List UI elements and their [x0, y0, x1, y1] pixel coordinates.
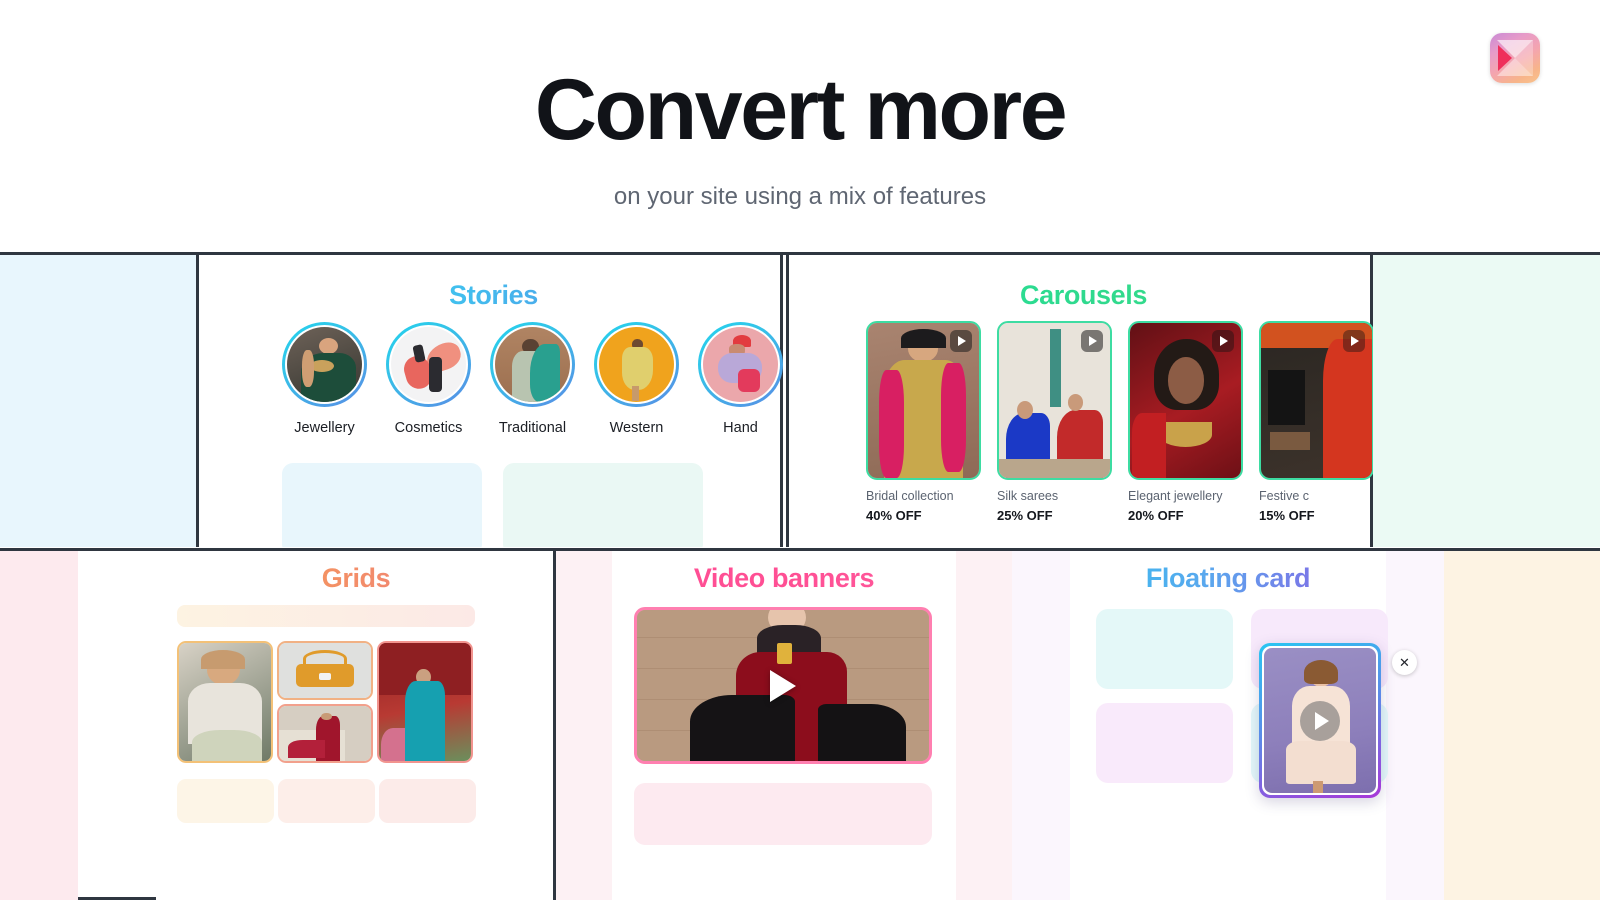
stories-placeholder-row — [282, 463, 703, 547]
floating-card-thumbnail — [1264, 648, 1376, 793]
story-item[interactable]: Jewellery — [282, 322, 367, 436]
story-ring — [490, 322, 575, 407]
placeholder-block — [503, 463, 703, 547]
floating-band-right — [1386, 551, 1444, 900]
placeholder-block — [634, 783, 932, 845]
play-icon[interactable] — [950, 330, 972, 352]
panel-stories[interactable]: Stories Jewellery Cosmetics Traditional … — [196, 255, 783, 547]
grids-placeholder-row — [177, 779, 476, 823]
story-thumbnail — [599, 327, 674, 402]
carousel-item[interactable]: Festive c 15% OFF — [1259, 321, 1373, 523]
carousel-caption: Bridal collection — [866, 489, 954, 503]
story-label: Jewellery — [294, 420, 355, 436]
placeholder-block — [1096, 609, 1233, 689]
video-band-right — [956, 551, 1012, 900]
grid-cell[interactable] — [277, 641, 373, 700]
carousel-thumbnail — [1259, 321, 1373, 480]
grid-mosaic[interactable] — [177, 641, 477, 763]
hero: Convert more on your site using a mix of… — [0, 0, 1600, 252]
story-label: Western — [609, 420, 664, 436]
play-icon[interactable] — [1212, 330, 1234, 352]
grid-mid-column — [277, 641, 373, 763]
page-subtitle: on your site using a mix of features — [613, 183, 987, 210]
stories-list[interactable]: Jewellery Cosmetics Traditional Western … — [282, 322, 783, 436]
carousel-offer: 20% OFF — [1128, 508, 1184, 523]
carousel-thumbnail — [1128, 321, 1243, 480]
placeholder-block — [379, 779, 476, 823]
stories-sheet: Stories Jewellery Cosmetics Traditional … — [254, 255, 783, 547]
story-ring — [698, 322, 783, 407]
story-item[interactable]: Western — [594, 322, 679, 436]
page-title: Convert more — [534, 62, 1068, 158]
panel-video-banners[interactable]: Video banners — [556, 551, 1012, 900]
grid-cell[interactable] — [377, 641, 473, 763]
carousels-sheet: Carousels Bridal collection 40% OFF Silk… — [844, 255, 1373, 547]
grid-cell[interactable] — [177, 641, 273, 763]
panel-grids[interactable]: Grids — [156, 551, 556, 900]
band-right-mint — [1373, 255, 1600, 547]
grid-cell[interactable] — [277, 704, 373, 763]
band-left-pink — [0, 551, 78, 900]
story-label: Traditional — [498, 420, 567, 436]
story-ring — [386, 322, 471, 407]
carousel-offer: 40% OFF — [866, 508, 922, 523]
carousel-caption: Festive c — [1259, 489, 1310, 503]
play-icon[interactable] — [1081, 330, 1103, 352]
band-right-cream — [1444, 551, 1600, 900]
carousel-item[interactable]: Bridal collection 40% OFF — [866, 321, 981, 523]
play-icon[interactable] — [1300, 700, 1340, 741]
placeholder-block — [177, 779, 274, 823]
story-label: Cosmetics — [394, 420, 463, 436]
carousel-thumbnail — [997, 321, 1112, 480]
carousel-thumbnail — [866, 321, 981, 480]
story-thumbnail — [287, 327, 362, 402]
section-title-video-banners: Video banners — [556, 563, 1012, 594]
panel-carousels[interactable]: Carousels Bridal collection 40% OFF Silk… — [786, 255, 1373, 547]
placeholder-block — [282, 463, 482, 547]
play-icon[interactable] — [1343, 330, 1365, 352]
carousel-offer: 25% OFF — [997, 508, 1053, 523]
panel-floating-card[interactable]: Floating card ✕ — [1012, 551, 1444, 900]
video-banner-card[interactable] — [634, 607, 932, 764]
story-ring — [594, 322, 679, 407]
feature-strip-bottom: Grids Video banners Floating card ✕ — [0, 551, 1600, 900]
carousel-offer: 15% OFF — [1259, 508, 1315, 523]
carousel-item[interactable]: Elegant jewellery 20% OFF — [1128, 321, 1243, 523]
carousel-caption: Silk sarees — [997, 489, 1059, 503]
close-icon[interactable]: ✕ — [1392, 650, 1417, 675]
carousel-item[interactable]: Silk sarees 25% OFF — [997, 321, 1112, 523]
placeholder-block — [1096, 703, 1233, 783]
section-title-floating-card: Floating card — [1012, 563, 1444, 594]
story-item[interactable]: Traditional — [490, 322, 575, 436]
band-left-blue — [0, 255, 196, 547]
story-thumbnail — [391, 327, 466, 402]
story-thumbnail — [703, 327, 778, 402]
play-icon[interactable] — [770, 669, 796, 702]
video-band-left — [556, 551, 612, 900]
placeholder-block — [278, 779, 375, 823]
carousel-caption: Elegant jewellery — [1128, 489, 1223, 503]
floating-video-card[interactable] — [1259, 643, 1381, 798]
floating-band-left — [1012, 551, 1070, 900]
section-title-carousels: Carousels — [844, 280, 1323, 311]
placeholder-bar — [177, 605, 475, 627]
story-ring — [282, 322, 367, 407]
section-title-grids: Grids — [156, 563, 556, 594]
section-title-stories: Stories — [254, 280, 733, 311]
feature-strip-top: Stories Jewellery Cosmetics Traditional … — [0, 255, 1600, 547]
story-thumbnail — [495, 327, 570, 402]
app-root: Convert more on your site using a mix of… — [0, 0, 1600, 900]
story-label: Hand — [723, 420, 758, 436]
story-item[interactable]: Hand — [698, 322, 783, 436]
carousel-list[interactable]: Bridal collection 40% OFF Silk sarees 25… — [866, 321, 1373, 523]
story-item[interactable]: Cosmetics — [386, 322, 471, 436]
